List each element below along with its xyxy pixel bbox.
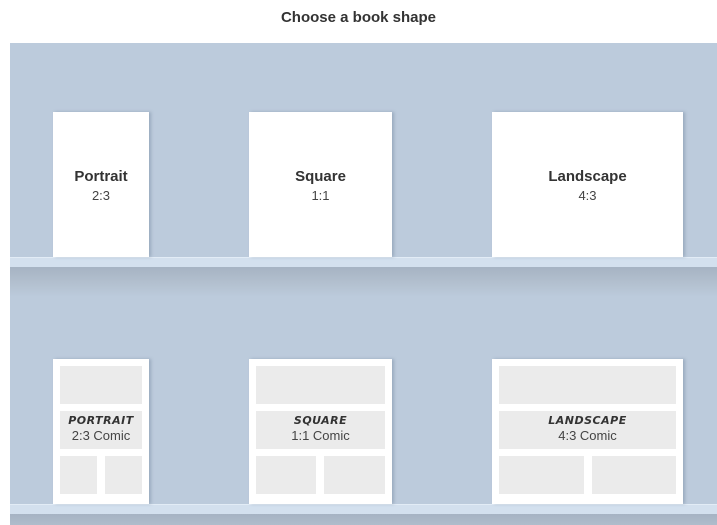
comic-panel [256,366,385,404]
bookshelf: Portrait 2:3 Square 1:1 Landscape 4:3 PO… [10,43,717,525]
comic-title-panel: SQUARE 1:1 Comic [256,411,385,449]
bottom-shelf-shadow [10,514,717,525]
comic-panel [324,456,385,494]
book-ratio: 4:3 [578,188,597,203]
book-name: Landscape [548,168,627,185]
book-ratio: 2:3 [91,188,111,203]
comic-title-panel: LANDSCAPE 4:3 Comic [499,411,676,449]
book-landscape[interactable]: Landscape 4:3 [492,112,683,257]
comic-ratio: 1:1 Comic [291,428,350,443]
book-name: Portrait [74,168,128,185]
comic-portrait[interactable]: PORTRAIT 2:3 Comic [53,359,149,504]
comic-panel [499,456,584,494]
comic-panel [105,456,142,494]
comic-panel [592,456,676,494]
top-shelf-shadow [10,267,717,297]
book-square[interactable]: Square 1:1 [249,112,392,257]
comic-panel [60,366,142,404]
comic-title-panel: PORTRAIT 2:3 Comic [60,411,142,449]
comic-name: LANDSCAPE [548,414,627,427]
comic-name: PORTRAIT [68,414,134,427]
top-shelf-ledge [10,257,717,267]
page-title: Choose a book shape [280,9,437,26]
book-name: Square [295,168,346,185]
comic-panel [499,366,676,404]
comic-panel [60,456,97,494]
comic-name: SQUARE [293,414,348,427]
bottom-shelf-ledge [10,504,717,514]
comic-panel [256,456,316,494]
comic-ratio: 4:3 Comic [558,428,617,443]
comic-ratio: 2:3 Comic [71,428,131,443]
comic-landscape[interactable]: LANDSCAPE 4:3 Comic [492,359,683,504]
comic-square[interactable]: SQUARE 1:1 Comic [249,359,392,504]
book-ratio: 1:1 [311,188,330,203]
book-portrait[interactable]: Portrait 2:3 [53,112,149,257]
